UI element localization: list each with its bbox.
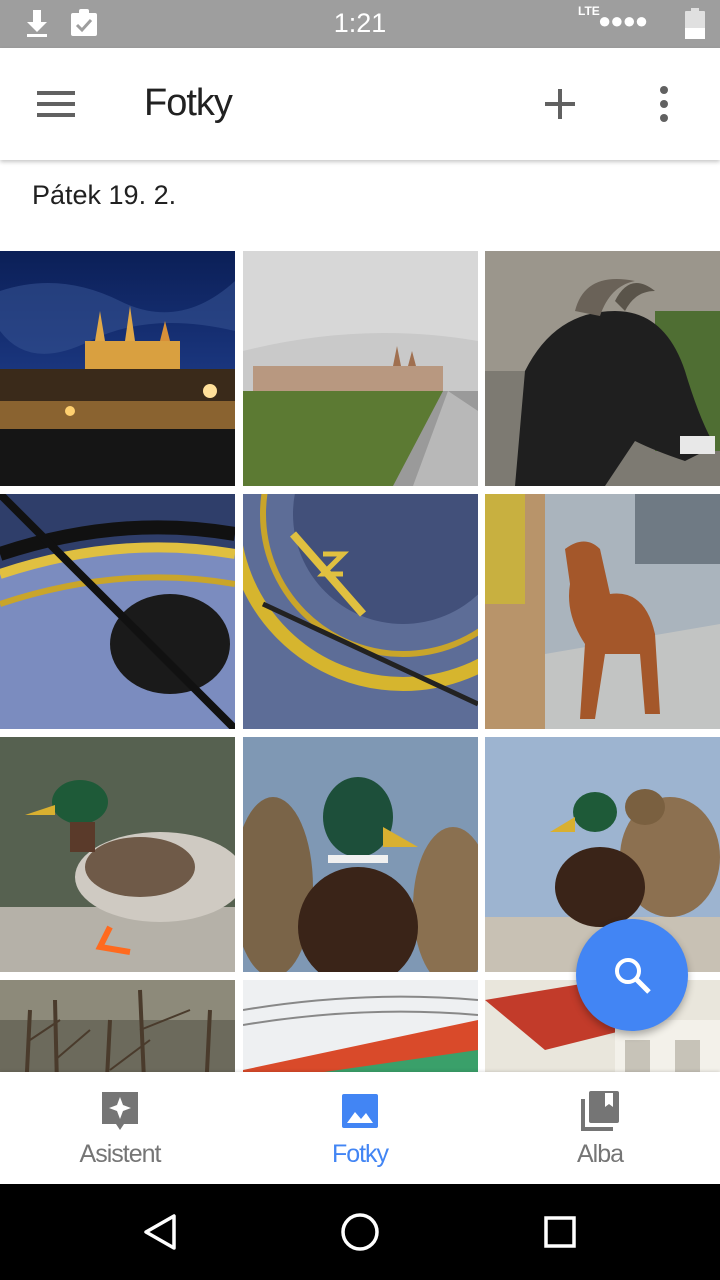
recents-square-icon[interactable] xyxy=(532,1204,588,1260)
date-header: Pátek 19. 2. xyxy=(32,180,177,210)
more-vert-icon xyxy=(660,86,668,122)
signal-icon: ●●●● xyxy=(598,8,648,33)
photo-brown-dog[interactable] xyxy=(485,494,720,729)
network-type-label: LTE xyxy=(578,4,600,18)
app-title: Fotky xyxy=(144,82,233,124)
nav-label-alba: Alba xyxy=(576,1140,624,1168)
plus-icon xyxy=(545,89,575,119)
photo-black-goat[interactable] xyxy=(485,251,720,486)
system-navigation-bar xyxy=(0,1184,720,1280)
back-triangle-icon[interactable] xyxy=(132,1204,188,1260)
bottom-navigation: Asistent Fotky Alba xyxy=(0,1072,720,1184)
app-bar: Fotky xyxy=(0,48,720,160)
hamburger-menu-icon[interactable] xyxy=(28,76,84,132)
app-root: 1:21 LTE ●●●● Fotky Pátek 19. 2. Asisten… xyxy=(0,0,720,1280)
battery-icon xyxy=(684,8,706,45)
albums-icon xyxy=(581,1091,619,1131)
photo-ducks-closeup[interactable] xyxy=(243,737,478,972)
photo-astronomical-clock-2[interactable] xyxy=(243,494,478,729)
nav-label-asistent: Asistent xyxy=(79,1140,162,1168)
nav-label-fotky: Fotky xyxy=(331,1140,389,1168)
home-circle-icon[interactable] xyxy=(332,1204,388,1260)
search-icon xyxy=(615,958,651,994)
photo-castle-night[interactable] xyxy=(0,251,235,486)
photo-mallard-walking[interactable] xyxy=(0,737,235,972)
sparkle-assistant-icon xyxy=(102,1092,138,1130)
status-bar: 1:21 LTE ●●●● xyxy=(0,0,720,48)
photo-icon xyxy=(342,1094,378,1128)
nav-item-alba[interactable]: Alba xyxy=(480,1072,720,1184)
search-fab[interactable] xyxy=(576,919,688,1031)
photo-astronomical-clock-1[interactable] xyxy=(0,494,235,729)
photo-town-path[interactable] xyxy=(243,251,478,486)
more-options-button[interactable] xyxy=(636,76,692,132)
add-button[interactable] xyxy=(532,76,588,132)
nav-item-fotky[interactable]: Fotky xyxy=(240,1072,480,1184)
nav-item-asistent[interactable]: Asistent xyxy=(0,1072,240,1184)
